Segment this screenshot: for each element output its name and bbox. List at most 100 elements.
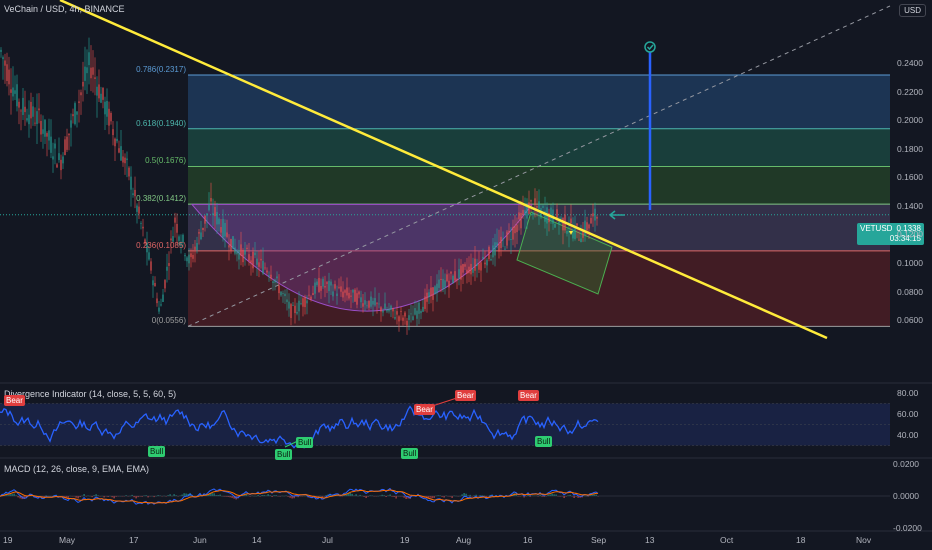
candle-body: [374, 298, 376, 306]
candle-body: [160, 304, 162, 306]
bull-badge: Bull: [401, 448, 419, 459]
macd-histogram-bar: [113, 496, 115, 499]
candle-body: [46, 133, 48, 137]
candle-body: [566, 230, 568, 234]
candle-body: [4, 60, 6, 66]
check-mark-icon: [646, 44, 654, 51]
candle-body: [470, 263, 472, 275]
price-axis-label-4: 0.1600: [897, 172, 923, 183]
candle-body: [224, 223, 226, 237]
candle-body: [186, 257, 188, 262]
macd-axis-label-0: 0.0200: [893, 459, 919, 469]
candle-body: [2, 57, 4, 60]
candle-body: [196, 243, 198, 251]
candle-body: [20, 110, 22, 112]
candle-body: [380, 307, 382, 312]
bear-badge: Bear: [455, 390, 476, 401]
candle-body: [388, 308, 390, 312]
time-axis-label-3: Jun: [193, 535, 207, 545]
candle-body: [138, 206, 140, 214]
bear-badge: Bear: [4, 395, 25, 406]
candle-body: [296, 311, 298, 314]
candle-body: [200, 232, 202, 240]
candle-body: [198, 232, 200, 234]
candle-body: [442, 278, 444, 290]
candle-body: [206, 213, 208, 216]
candle-body: [246, 247, 248, 250]
candle-body: [408, 315, 410, 320]
candle-body: [518, 212, 520, 220]
candle-body: [402, 317, 404, 321]
candle-body: [18, 101, 20, 108]
macd-histogram-bar: [349, 492, 351, 496]
bear-badge: Bear: [414, 404, 435, 415]
candle-body: [492, 245, 494, 258]
candle-body: [320, 285, 322, 291]
candle-body: [208, 204, 210, 211]
candle-body: [270, 274, 272, 279]
candle-body: [438, 279, 440, 288]
fib-level-label-0: 0.786(0.2317): [136, 64, 186, 74]
candle-body: [452, 275, 454, 284]
candle-body: [560, 217, 562, 219]
currency-button[interactable]: USD: [899, 4, 926, 17]
candle-body: [340, 286, 342, 292]
fib-level-label-2: 0.5(0.1676): [145, 156, 186, 166]
candle-body: [0, 49, 2, 52]
candle-body: [174, 217, 176, 223]
macd-histogram-bar: [77, 496, 79, 499]
candle-body: [118, 148, 120, 153]
candle-body: [376, 302, 378, 304]
candle-body: [536, 206, 538, 208]
candle-body: [42, 129, 44, 134]
candle-body: [524, 210, 526, 214]
candle-body: [122, 156, 124, 163]
candle-body: [538, 201, 540, 210]
candle-body: [268, 275, 270, 276]
rsi-axis-label-2: 40.00: [897, 430, 919, 440]
macd-axis-label-2: -0.0200: [893, 523, 922, 533]
candle-body: [112, 129, 114, 136]
candle-body: [530, 200, 532, 202]
candle-body: [58, 153, 60, 161]
candle-body: [458, 269, 460, 278]
macd-histogram-bar: [563, 496, 565, 499]
macd-histogram-bar: [365, 496, 367, 499]
price-axis-label-5: 0.1400: [897, 200, 923, 211]
candle-body: [554, 223, 556, 228]
candle-body: [420, 310, 422, 314]
candle-body: [298, 300, 300, 312]
candle-body: [520, 212, 522, 229]
candle-body: [56, 164, 58, 168]
macd-histogram-bar: [13, 493, 15, 496]
candle-body: [336, 293, 338, 296]
time-axis-label-0: 19: [3, 535, 13, 545]
candle-body: [596, 217, 598, 219]
candle-body: [108, 108, 110, 126]
candle-body: [62, 156, 64, 164]
candle-body: [484, 262, 486, 265]
candle-body: [110, 112, 112, 122]
candle-body: [482, 256, 484, 259]
candle-body: [288, 301, 290, 309]
candle-body: [24, 106, 26, 113]
candle-body: [396, 311, 398, 315]
candle-body: [70, 120, 72, 128]
candle-body: [194, 246, 196, 250]
candle-body: [250, 260, 252, 263]
candle-body: [234, 247, 236, 254]
candle-body: [94, 77, 96, 79]
candle-body: [34, 122, 36, 124]
candle-body: [316, 281, 318, 285]
candle-body: [508, 230, 510, 233]
candle-body: [100, 93, 102, 103]
candle-body: [370, 296, 372, 307]
candle-body: [502, 238, 504, 240]
candle-body: [230, 238, 232, 251]
candle-body: [368, 300, 370, 308]
candle-body: [338, 286, 340, 288]
candle-body: [440, 278, 442, 281]
candle-body: [78, 101, 80, 104]
time-axis-label-10: 13: [645, 535, 655, 545]
candle-body: [256, 258, 258, 265]
